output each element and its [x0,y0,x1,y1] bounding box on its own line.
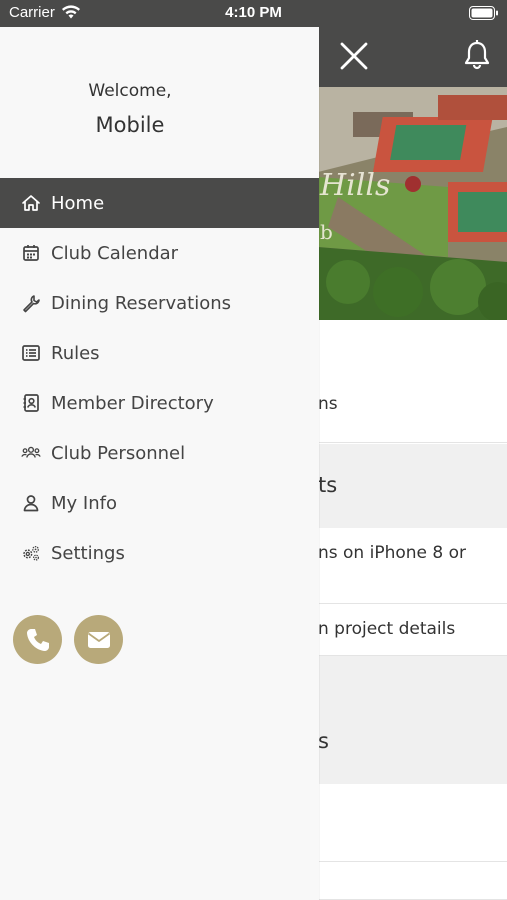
wrench-icon [20,292,42,314]
bg-card-1[interactable] [318,320,507,443]
phone-button[interactable] [13,615,62,664]
menu-label: Settings [51,542,125,564]
bg-section-1 [318,444,507,528]
welcome-label: Welcome, [88,81,172,101]
battery-icon [469,6,498,20]
menu-label: Rules [51,342,100,364]
menu-item-member-directory[interactable]: Member Directory [0,378,319,428]
contact-buttons [13,615,123,664]
bg-section-2 [318,656,507,784]
menu-label: Dining Reservations [51,292,231,314]
email-icon [87,631,110,648]
menu-label: Club Calendar [51,242,179,264]
contact-book-icon [20,392,42,414]
bg-heading-2: s [318,729,329,753]
club-hero-image: Hills b [318,87,507,320]
bell-icon[interactable] [460,38,494,72]
bg-text-3: n project details [318,619,456,639]
close-icon[interactable] [338,40,370,72]
menu-label: Home [51,192,105,214]
bg-card-2[interactable] [318,528,507,604]
email-button[interactable] [74,615,123,664]
status-bar: Carrier 4:10 PM [0,0,507,27]
hero-logo-text-2: b [320,220,333,244]
menu-label: My Info [51,492,117,514]
clock: 4:10 PM [225,4,282,21]
menu-item-dining-reservations[interactable]: Dining Reservations [0,278,319,328]
menu-item-home[interactable]: Home [0,178,319,228]
user-icon [20,492,42,514]
bg-heading-1: ts [318,473,338,497]
menu-label: Member Directory [51,392,214,414]
phone-icon [26,628,49,651]
navigation-drawer: Welcome, Mobile Home Club Calendar Dinin… [0,27,319,900]
username-label: Mobile [95,113,165,137]
gears-icon [20,542,42,564]
menu-item-club-calendar[interactable]: Club Calendar [0,228,319,278]
bg-card-4[interactable] [318,784,507,862]
drawer-menu: Home Club Calendar Dining Reservations R… [0,178,319,578]
bg-text-1: ns [318,394,338,414]
bg-card-5[interactable] [318,862,507,900]
menu-item-rules[interactable]: Rules [0,328,319,378]
menu-item-club-personnel[interactable]: Club Personnel [0,428,319,478]
calendar-icon [20,242,42,264]
hero-logo-text: Hills [319,168,390,203]
bg-text-2: ns on iPhone 8 or [318,543,467,563]
home-icon [20,192,42,214]
list-icon [20,342,42,364]
menu-label: Club Personnel [51,442,186,464]
menu-item-settings[interactable]: Settings [0,528,319,578]
people-icon [20,442,42,464]
menu-item-my-info[interactable]: My Info [0,478,319,528]
